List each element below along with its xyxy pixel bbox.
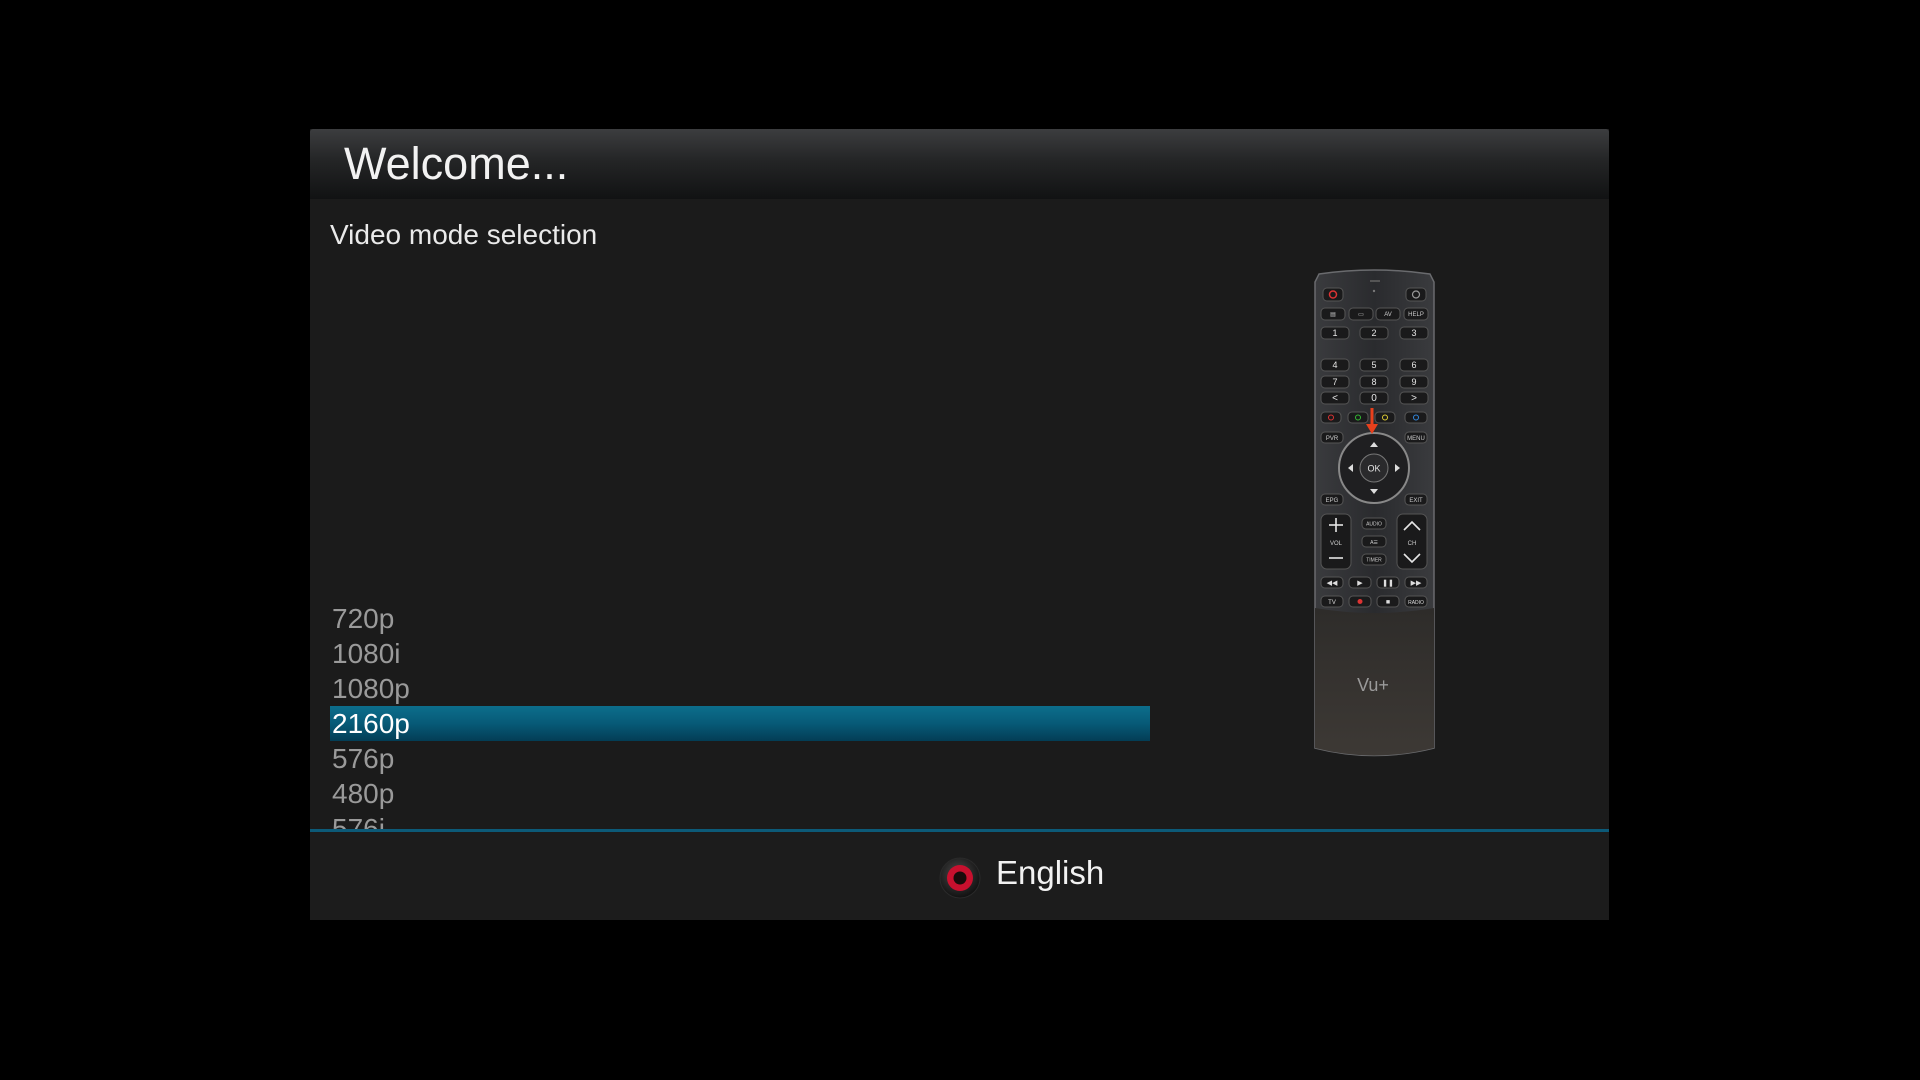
svg-text:A☰: A☰ [1370,540,1378,546]
dialog-subtitle: Video mode selection [330,219,598,250]
remote-digit-label: 7 [1332,377,1337,387]
remote-zero-label: 0 [1371,393,1377,404]
remote-timer-label: TIMER [1366,558,1382,564]
remote-menu-label: MENU [1407,436,1425,442]
remote-vol-label: VOL [1330,541,1343,547]
remote-digit-label: 9 [1411,377,1416,387]
remote-digit-label: 3 [1411,328,1416,338]
svg-text:▤: ▤ [1330,312,1336,318]
remote-radio-label: RADIO [1408,600,1424,606]
remote-audio-label: AUDIO [1366,522,1382,528]
svg-text:❚❚: ❚❚ [1382,579,1394,587]
remote-digit-label: 1 [1332,328,1337,338]
video-mode-item[interactable]: 576p [330,741,1150,776]
remote-ok-label: OK [1367,464,1380,474]
svg-text:▶▶: ▶▶ [1411,580,1422,587]
video-mode-item[interactable]: 1080i [330,636,1150,671]
video-mode-item[interactable]: 2160p [330,706,1150,741]
video-mode-item[interactable]: 1080p [330,671,1150,706]
title-bar: Welcome... [310,129,1609,199]
remote-av-label: AV [1384,312,1392,318]
remote-tv-label: TV [1328,600,1336,606]
red-radio-button-icon [939,857,981,899]
remote-digit-label: 8 [1371,377,1376,387]
remote-exit-label: EXIT [1409,498,1423,504]
remote-ch-label: CH [1408,541,1417,547]
remote-pvr-label: PVR [1326,436,1339,442]
remote-epg-label: EPG [1326,498,1339,504]
remote-digit-label: 4 [1332,360,1337,370]
svg-text:◀◀: ◀◀ [1327,580,1338,587]
remote-digit-label: 6 [1411,360,1416,370]
remote-next-label: > [1411,393,1417,404]
svg-text:■: ■ [1386,599,1390,606]
language-label[interactable]: English [996,854,1104,892]
remote-prev-label: < [1332,393,1338,404]
video-mode-item[interactable]: 480p [330,776,1150,811]
svg-text:▶: ▶ [1357,580,1363,587]
remote-control-image: ▤ ▭ AV HELP 1 2 3 4 5 6 7 8 9 < 0 > PVR MENU OK … [1313,268,1436,759]
footer-bar: English [310,832,1609,920]
svg-text:▭: ▭ [1358,312,1364,318]
remote-brand-logo: Vu+ [1357,675,1389,695]
video-mode-item[interactable]: 720p [330,601,1150,636]
remote-digit-label: 5 [1371,360,1376,370]
welcome-dialog: Welcome... Video mode selection 720p 1080… [310,129,1609,920]
dialog-title: Welcome... [344,138,569,189]
remote-help-label: HELP [1408,312,1424,318]
remote-digit-label: 2 [1371,328,1376,338]
